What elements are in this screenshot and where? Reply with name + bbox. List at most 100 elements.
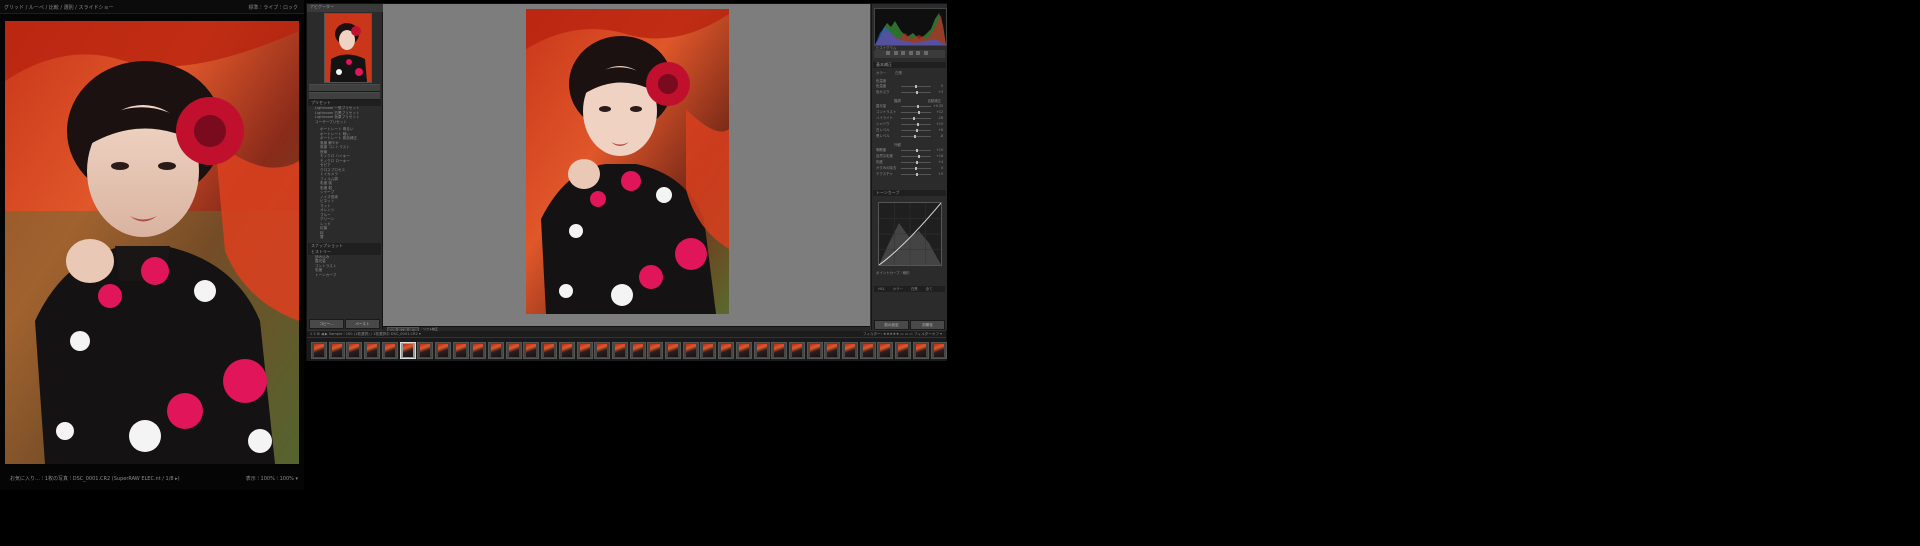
filmstrip-thumbnail[interactable] — [842, 342, 858, 359]
slider-saturation[interactable]: 彩度 +4 — [876, 160, 943, 165]
filmstrip-thumbnail[interactable] — [417, 342, 434, 359]
filmstrip-thumbnail[interactable] — [895, 342, 912, 359]
slider-value[interactable]: +3 — [938, 90, 943, 95]
filmstrip-thumbnail[interactable] — [771, 342, 788, 359]
tab-color[interactable]: カラー — [893, 287, 903, 291]
filmstrip-source-info[interactable]: 1 2 ⊞ ◀ ▶ Sample ⁝ 100 (1枚選択) / 1枚選択中 DS… — [310, 332, 421, 336]
slider-clarity[interactable]: 明瞭度 +10 — [876, 148, 943, 153]
filmstrip-thumbnail[interactable] — [682, 342, 699, 359]
slider-whites[interactable]: 白レベル +6 — [876, 128, 943, 133]
slider-knob[interactable] — [916, 105, 919, 108]
slider-value[interactable]: 0 — [941, 166, 943, 171]
slider-knob[interactable] — [913, 135, 916, 138]
slider-value[interactable]: +12 — [936, 110, 943, 115]
filmstrip-thumbnail[interactable] — [930, 342, 947, 359]
slider-track[interactable] — [901, 167, 931, 170]
filmstrip-thumbnail[interactable] — [824, 342, 841, 359]
slider-value[interactable]: +10 — [936, 148, 943, 153]
treatment-bw[interactable]: 白黒 — [895, 71, 902, 75]
previous-settings-button[interactable]: 前の設定 — [874, 320, 909, 330]
slider-temp[interactable]: 色温度 0 — [876, 84, 943, 89]
slider-track[interactable] — [901, 117, 931, 120]
slider-knob[interactable] — [916, 149, 919, 152]
point-curve-selector[interactable]: ポイントカーブ ⁝ 線形 — [876, 270, 910, 275]
filmstrip-thumbnail[interactable] — [505, 342, 522, 359]
navigator-zoom-bar[interactable] — [309, 84, 380, 92]
filmstrip-thumbnail[interactable] — [558, 342, 575, 359]
secondary-zoom-options[interactable]: 表示 ⁝ 100% ⁝ 100% ▾ — [246, 475, 298, 482]
history-item[interactable]: トーンカーブ — [308, 273, 381, 278]
spot-removal-icon[interactable] — [893, 50, 898, 55]
image-canvas[interactable] — [383, 4, 870, 326]
slider-dehaze[interactable]: かすみの除去 0 — [876, 166, 943, 171]
secondary-photo-loupe[interactable] — [5, 21, 299, 464]
tab-bw[interactable]: 白黒 — [911, 287, 918, 291]
slider-value[interactable]: +6 — [938, 128, 943, 133]
reset-button[interactable]: 初期化 — [910, 320, 945, 330]
basic-panel-header[interactable]: 基本補正 — [873, 62, 946, 68]
radial-filter-icon[interactable] — [916, 50, 921, 55]
slider-track[interactable] — [901, 85, 931, 88]
histogram[interactable] — [874, 8, 947, 46]
filmstrip-thumbnail[interactable] — [488, 342, 504, 359]
slider-value[interactable]: +0.35 — [933, 104, 943, 109]
slider-value[interactable]: -18 — [938, 116, 943, 121]
treatment-color[interactable]: カラー — [876, 71, 886, 75]
filmstrip-thumbnail[interactable] — [364, 342, 381, 359]
slider-knob[interactable] — [912, 117, 915, 120]
graduated-filter-icon[interactable] — [908, 50, 913, 55]
filmstrip-thumbnail[interactable] — [311, 342, 327, 359]
filmstrip-thumbnail[interactable] — [859, 342, 876, 359]
slider-knob[interactable] — [915, 167, 917, 170]
filmstrip-thumbnail[interactable] — [470, 342, 487, 359]
filmstrip-thumbnail[interactable] — [399, 342, 416, 359]
navigator-subbar[interactable] — [309, 92, 380, 100]
navigator-header[interactable]: ナビゲーター — [307, 4, 385, 12]
slider-texture[interactable]: テクスチャ +5 — [876, 172, 943, 177]
filmstrip-thumbnail[interactable] — [753, 342, 770, 359]
filmstrip-thumbnail[interactable] — [788, 342, 805, 359]
filmstrip-thumbnail[interactable] — [912, 342, 929, 359]
slider-track[interactable] — [901, 161, 931, 164]
tone-curve-header[interactable]: トーンカーブ — [873, 190, 946, 196]
slider-track[interactable] — [901, 135, 931, 138]
copy-settings-button[interactable]: コピー... — [309, 319, 344, 329]
slider-track[interactable] — [901, 173, 931, 176]
tone-curve-graph[interactable] — [878, 202, 942, 266]
filmstrip-thumbnail[interactable] — [594, 342, 611, 359]
slider-value[interactable]: +4 — [938, 160, 943, 165]
slider-track[interactable] — [901, 129, 931, 132]
slider-track[interactable] — [901, 123, 931, 126]
filmstrip[interactable] — [307, 337, 947, 361]
slider-value[interactable]: +5 — [938, 172, 943, 177]
secondary-view-options[interactable]: 標準 ⁝ ライブ ⁝ ロック — [248, 4, 298, 11]
slider-knob[interactable] — [917, 111, 920, 114]
slider-tint[interactable]: 色かぶり +3 — [876, 90, 943, 95]
slider-highlights[interactable]: ハイライト -18 — [876, 116, 943, 121]
filmstrip-thumbnail[interactable] — [452, 342, 469, 359]
slider-track[interactable] — [901, 105, 931, 108]
slider-vibrance[interactable]: 自然な彩度 +18 — [876, 154, 943, 159]
filmstrip-thumbnail[interactable] — [665, 342, 681, 359]
slider-value[interactable]: 0 — [941, 84, 943, 89]
slider-track[interactable] — [901, 111, 931, 114]
filmstrip-thumbnail[interactable] — [434, 342, 451, 359]
adjustment-brush-icon[interactable] — [923, 50, 928, 55]
auto-tone-button[interactable]: 自動補正 — [927, 98, 941, 103]
filmstrip-thumbnail[interactable] — [541, 342, 558, 359]
slider-knob[interactable] — [917, 155, 920, 158]
filmstrip-thumbnail[interactable] — [647, 342, 664, 359]
filmstrip-thumbnail[interactable] — [735, 342, 752, 359]
slider-track[interactable] — [901, 91, 931, 94]
filmstrip-thumbnail[interactable] — [629, 342, 646, 359]
navigator-preview[interactable] — [324, 13, 372, 83]
filmstrip-thumbnail[interactable] — [718, 342, 735, 359]
slider-knob[interactable] — [917, 123, 920, 126]
red-eye-icon[interactable] — [901, 50, 906, 55]
slider-knob[interactable] — [915, 161, 918, 164]
filmstrip-thumbnail[interactable] — [328, 342, 345, 359]
slider-shadows[interactable]: シャドウ +15 — [876, 122, 943, 127]
slider-track[interactable] — [901, 149, 931, 152]
crop-icon[interactable] — [886, 50, 890, 55]
filmstrip-thumbnail[interactable] — [576, 342, 593, 359]
